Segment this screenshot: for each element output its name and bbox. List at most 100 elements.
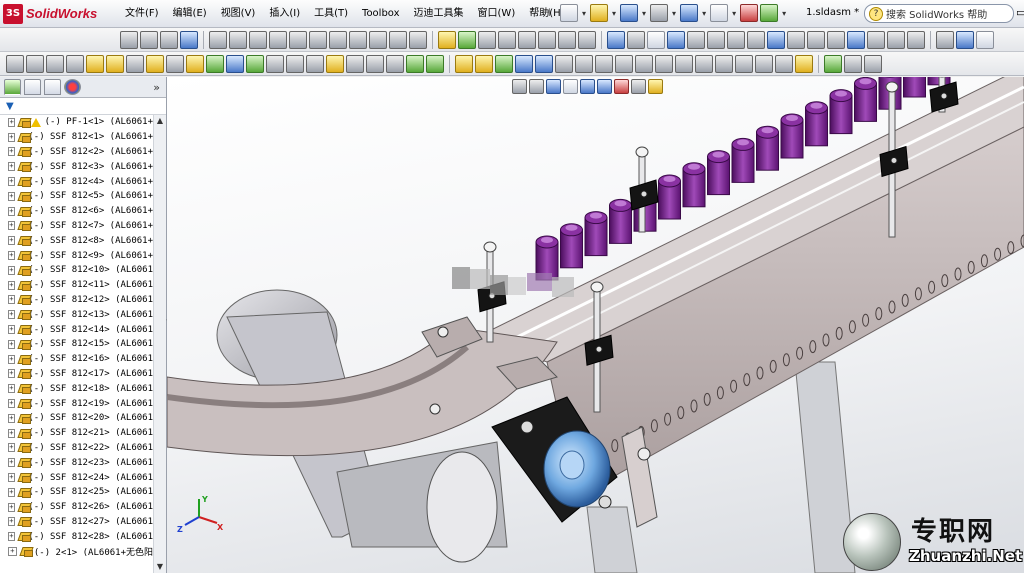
expand-toggle-icon[interactable]: + [8,473,15,483]
annotation-tool-icon[interactable] [687,31,705,49]
expand-toggle-icon[interactable]: + [8,413,15,423]
assembly-tool-icon[interactable] [286,55,304,73]
annotation-tool-icon[interactable] [369,31,387,49]
assembly-tool-icon[interactable] [864,55,882,73]
assembly-tool-icon[interactable] [426,55,444,73]
tree-item[interactable]: + (-) SSF 812<9> (AL6061+ [0,248,153,263]
tree-item[interactable]: + (-) SSF 812<21> (AL6061 [0,426,153,441]
annotation-tool-icon[interactable] [956,31,974,49]
annotation-tool-icon[interactable] [289,31,307,49]
menu-item[interactable]: 插入(I) [262,6,307,22]
assembly-tool-icon[interactable] [326,55,344,73]
expand-toggle-icon[interactable]: + [8,132,15,142]
annotation-tool-icon[interactable] [827,31,845,49]
annotation-tool-icon[interactable] [647,31,665,49]
assembly-tool-icon[interactable] [635,55,653,73]
expand-toggle-icon[interactable]: + [8,191,15,201]
tree-item[interactable]: + (-) SSF 812<25> (AL6061 [0,485,153,500]
tree-item[interactable]: + (-) SSF 812<12> (AL6061 [0,293,153,308]
annotation-tool-icon[interactable] [518,31,536,49]
annotation-tool-icon[interactable] [120,31,138,49]
expand-toggle-icon[interactable]: + [8,487,15,497]
tree-item[interactable]: + (-) 2<1> (AL6061+无色阳 [0,544,153,559]
assembly-tool-icon[interactable] [146,55,164,73]
annotation-tool-icon[interactable] [867,31,885,49]
annotation-tool-icon[interactable] [389,31,407,49]
menu-item[interactable]: 窗口(W) [471,6,523,22]
view-tool-icon[interactable] [631,79,646,94]
assembly-tool-icon[interactable] [515,55,533,73]
annotation-tool-icon[interactable] [907,31,925,49]
view-tool-icon[interactable] [546,79,561,94]
assembly-tool-icon[interactable] [46,55,64,73]
scroll-down-icon[interactable]: ▼ [154,561,166,573]
expand-toggle-icon[interactable]: + [8,443,15,453]
assembly-tool-icon[interactable] [6,55,24,73]
assembly-tool-icon[interactable] [475,55,493,73]
tree-item[interactable]: + (-) SSF 812<28> (AL6061 [0,529,153,544]
assembly-tool-icon[interactable] [126,55,144,73]
view-tool-icon[interactable] [580,79,595,94]
assembly-tool-icon[interactable] [675,55,693,73]
tree-item[interactable]: + (-) SSF 812<8> (AL6061+ [0,233,153,248]
view-tool-icon[interactable] [563,79,578,94]
annotation-tool-icon[interactable] [976,31,994,49]
tree-item[interactable]: + (-) SSF 812<14> (AL6061 [0,322,153,337]
annotation-tool-icon[interactable] [707,31,725,49]
assembly-tool-icon[interactable] [26,55,44,73]
tree-item[interactable]: + (-) SSF 812<10> (AL6061 [0,263,153,278]
annotation-tool-icon[interactable] [249,31,267,49]
help-search-box[interactable]: ? 搜索 SolidWorks 帮助 [864,4,1014,23]
annotation-tool-icon[interactable] [409,31,427,49]
annotation-tool-icon[interactable] [667,31,685,49]
tree-item[interactable]: + (-) SSF 812<22> (AL6061 [0,441,153,456]
annotation-tool-icon[interactable] [538,31,556,49]
undo-icon[interactable] [680,4,699,22]
tree-item[interactable]: + (-) SSF 812<3> (AL6061+ [0,159,153,174]
print-icon[interactable] [650,4,669,22]
annotation-tool-icon[interactable] [498,31,516,49]
expand-toggle-icon[interactable]: + [8,310,15,320]
assembly-tool-icon[interactable] [406,55,424,73]
assembly-tool-icon[interactable] [695,55,713,73]
assembly-tool-icon[interactable] [455,55,473,73]
expand-toggle-icon[interactable]: + [8,280,15,290]
annotation-tool-icon[interactable] [727,31,745,49]
expand-toggle-icon[interactable]: + [8,251,15,261]
menu-item[interactable]: 文件(F) [118,6,166,22]
expand-toggle-icon[interactable]: + [8,502,15,512]
save-icon[interactable] [620,4,639,22]
annotation-tool-icon[interactable] [438,31,456,49]
assembly-tool-icon[interactable] [535,55,553,73]
assembly-tool-icon[interactable] [555,55,573,73]
expand-toggle-icon[interactable]: + [8,369,15,379]
assembly-tool-icon[interactable] [795,55,813,73]
tree-item[interactable]: + (-) SSF 812<1> (AL6061+ [0,130,153,145]
tree-item[interactable]: + (-) SSF 812<24> (AL6061 [0,470,153,485]
annotation-tool-icon[interactable] [578,31,596,49]
menu-item[interactable]: 视图(V) [214,6,263,22]
assembly-tool-icon[interactable] [755,55,773,73]
expand-toggle-icon[interactable]: + [8,399,15,409]
expand-toggle-icon[interactable]: + [8,532,15,542]
expand-toggle-icon[interactable]: + [8,221,15,231]
annotation-tool-icon[interactable] [767,31,785,49]
assembly-tool-icon[interactable] [735,55,753,73]
tab-property-manager[interactable] [24,79,41,95]
new-file-icon[interactable] [560,4,578,22]
assembly-tool-icon[interactable] [775,55,793,73]
expand-toggle-icon[interactable]: + [8,354,15,364]
assembly-tool-icon[interactable] [655,55,673,73]
assembly-tool-icon[interactable] [575,55,593,73]
view-tool-icon[interactable] [597,79,612,94]
assembly-tool-icon[interactable] [495,55,513,73]
assembly-tool-icon[interactable] [226,55,244,73]
expand-toggle-icon[interactable]: + [8,384,15,394]
tree-item[interactable]: + (-) SSF 812<23> (AL6061 [0,455,153,470]
annotation-tool-icon[interactable] [847,31,865,49]
tab-display-manager[interactable] [64,79,81,95]
expand-toggle-icon[interactable]: + [8,517,15,527]
annotation-tool-icon[interactable] [807,31,825,49]
assembly-tool-icon[interactable] [166,55,184,73]
assembly-tool-icon[interactable] [86,55,104,73]
